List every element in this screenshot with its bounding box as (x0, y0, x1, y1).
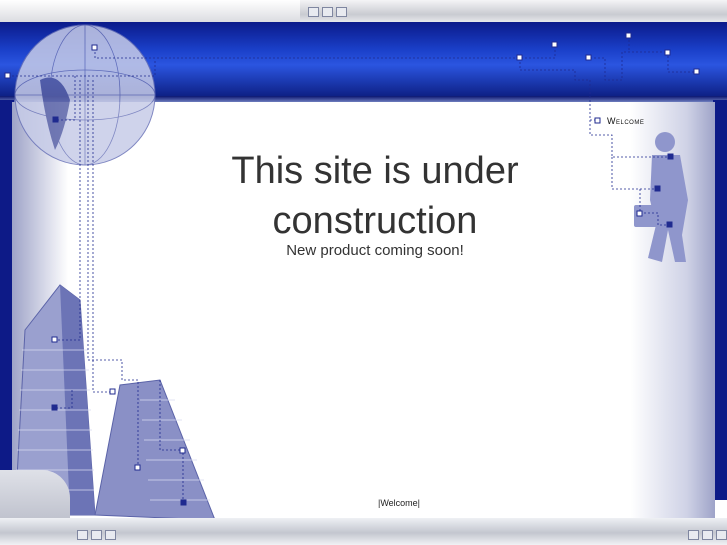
globe-graphic (14, 24, 156, 166)
square-icon (91, 530, 102, 540)
bottom-right-buttons (688, 530, 727, 540)
square-icon (702, 530, 713, 540)
page-title: This site is under construction (190, 146, 560, 246)
footer-welcome-link[interactable]: |Welcome| (378, 498, 420, 508)
bottom-left-buttons (77, 530, 116, 540)
title-line-1: This site is under (231, 150, 519, 192)
nav-welcome-link[interactable]: Welcome (607, 116, 644, 126)
square-icon (716, 530, 727, 540)
businessman-silhouette (634, 132, 688, 262)
square-icon (688, 530, 699, 540)
decoration-layer (4, 24, 700, 521)
page-subtitle: New product coming soon! (286, 242, 464, 259)
square-icon (77, 530, 88, 540)
page-frame: This site is under construction New prod… (0, 0, 727, 545)
title-line-2: construction (272, 200, 478, 242)
square-icon (105, 530, 116, 540)
